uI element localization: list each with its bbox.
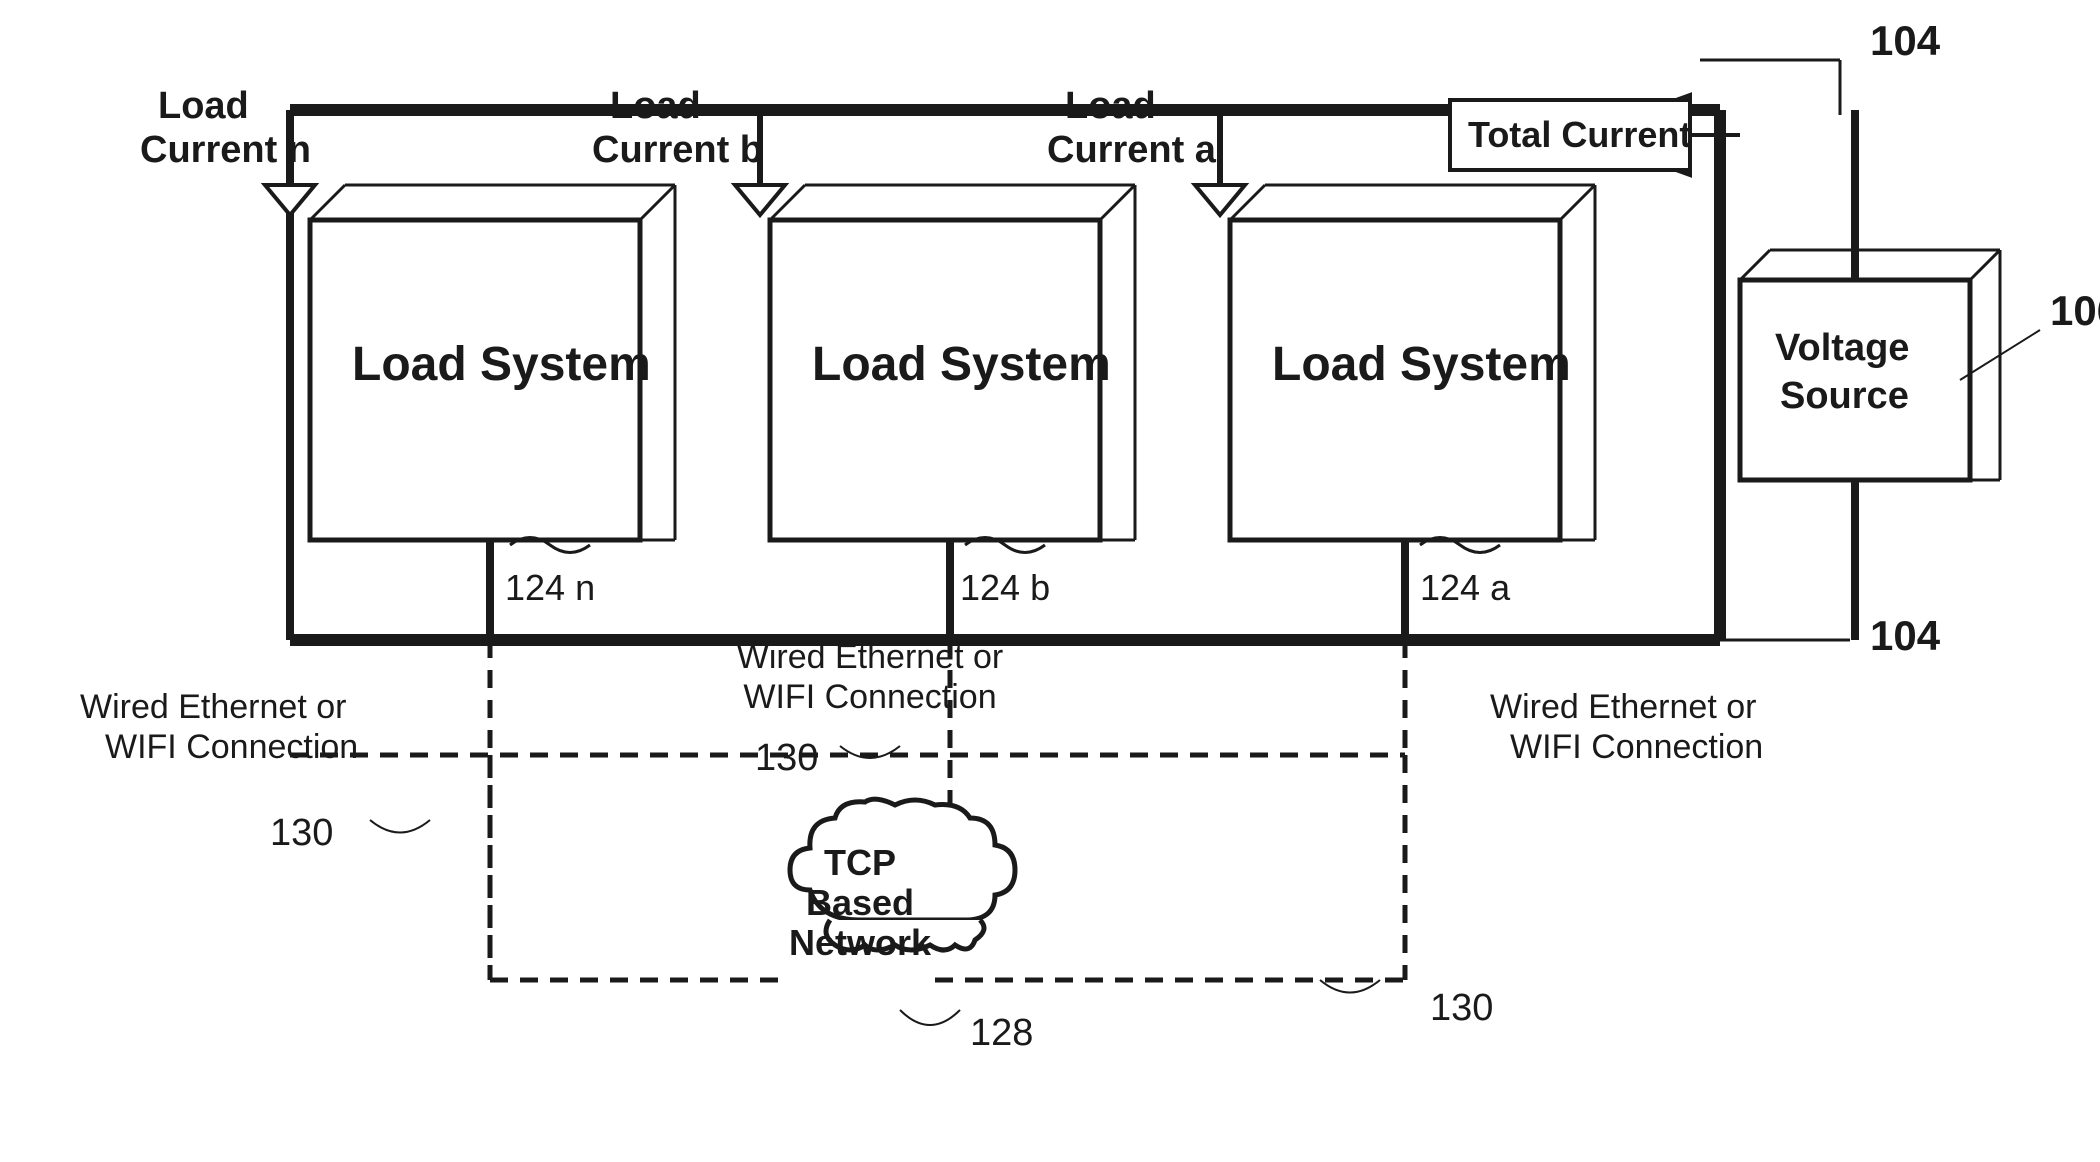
load-current-a-label2: Current a (1047, 129, 1217, 171)
ref-124n: 124 n (505, 567, 595, 608)
load-current-n-label2: Current n (140, 129, 311, 171)
ref-128: 128 (970, 1012, 1033, 1054)
tcp-network-label2: Based (806, 882, 914, 923)
ref-104-top: 104 (1870, 17, 1941, 64)
voltage-source-label: Voltage (1775, 327, 1909, 369)
tcp-network-label3: Network (789, 922, 932, 963)
wifi-label-b1: Wired Ethernet or (737, 638, 1003, 676)
voltage-source-label2: Source (1780, 375, 1909, 417)
ref-130-n: 130 (270, 812, 333, 854)
ref-124b: 124 b (960, 567, 1050, 608)
load-current-a-label: Load (1065, 85, 1156, 127)
load-current-n-label: Load (158, 85, 249, 127)
load-system-b-label: Load System (812, 338, 1111, 391)
wifi-label-a2: WIFI Connection (1510, 728, 1763, 766)
ref-106: 106 (2050, 287, 2100, 334)
ref-130-b: 130 (755, 737, 818, 779)
load-system-n-label: Load System (352, 338, 651, 391)
wifi-label-n2: WIFI Connection (105, 728, 358, 766)
ref-124a: 124 a (1420, 567, 1511, 608)
total-current-label: Total Current (1468, 114, 1691, 155)
ref-104-bottom: 104 (1870, 612, 1941, 659)
ref-130-a: 130 (1430, 987, 1493, 1029)
load-current-b-label2: Current b (592, 129, 763, 171)
wifi-label-a1: Wired Ethernet or (1490, 688, 1756, 726)
load-current-b-label: Load (610, 85, 701, 127)
diagram: 104 104 106 Voltage Source Total Current… (0, 0, 2100, 1162)
load-system-a-label: Load System (1272, 338, 1571, 391)
wifi-label-b2: WIFI Connection (743, 678, 996, 716)
tcp-network-label1: TCP (824, 842, 896, 883)
wifi-label-n1: Wired Ethernet or (80, 688, 346, 726)
